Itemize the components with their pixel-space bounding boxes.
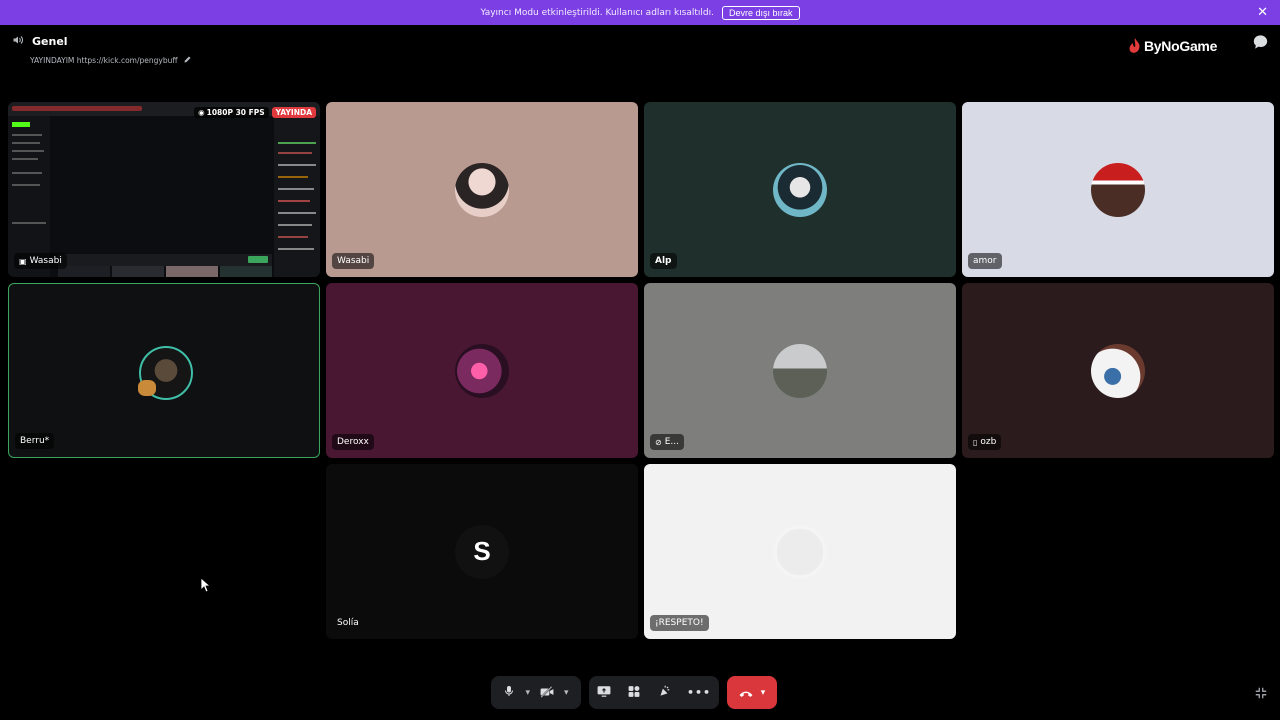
mouse-cursor-icon xyxy=(200,577,212,597)
participant-tile[interactable]: Deroxx xyxy=(326,283,638,458)
channel-header: Genel YAYINDAYIM https://kick.com/pengyb… xyxy=(12,34,192,66)
participant-tile[interactable]: Alp xyxy=(644,102,956,277)
stream-badges: ◉ 1080P 30 FPS YAYINDA xyxy=(194,107,316,118)
chat-icon[interactable] xyxy=(1252,34,1269,54)
participant-name-tag: Deroxx xyxy=(332,434,374,450)
participant-name: amor xyxy=(973,256,997,266)
avatar-initial: S xyxy=(473,536,491,566)
quality-text: 1080P 30 FPS xyxy=(206,108,265,117)
participant-name: Berru* xyxy=(20,436,50,446)
banner-message: Yayıncı Modu etkinleştirildi. Kullanıcı … xyxy=(480,7,715,18)
stream-icon: ▣ xyxy=(19,256,27,266)
brand-flame-icon xyxy=(1129,38,1140,53)
participant-name-tag: Alp xyxy=(650,253,677,269)
minimize-icon[interactable] xyxy=(1254,685,1268,704)
participant-name-tag: amor xyxy=(968,253,1002,269)
participant-name: ozb xyxy=(980,437,997,447)
avatar xyxy=(1091,162,1145,217)
chevron-down-icon[interactable]: ▾ xyxy=(525,688,530,698)
avatar xyxy=(773,162,827,217)
participant-name: Wasabi xyxy=(29,256,62,266)
participant-name: Solía xyxy=(337,618,359,628)
quality-badge: ◉ 1080P 30 FPS xyxy=(194,107,269,118)
avatar xyxy=(455,343,509,398)
avatar-decoration xyxy=(138,380,156,396)
avatar xyxy=(773,343,827,398)
participant-tile[interactable]: Wasabi xyxy=(326,102,638,277)
live-badge: YAYINDA xyxy=(271,107,316,118)
participant-name-tag: Berru* xyxy=(15,433,55,449)
avatar xyxy=(773,524,827,579)
participant-name: E... xyxy=(664,437,679,447)
participant-tile[interactable]: ▯ ozb xyxy=(962,283,1274,458)
microphone-button[interactable]: ▾ ▾ xyxy=(491,676,581,709)
disable-streamer-mode-button[interactable]: Devre dışı bırak xyxy=(722,5,800,20)
microphone-icon xyxy=(503,683,515,702)
screen-share-icon[interactable] xyxy=(597,683,611,702)
chevron-down-icon[interactable]: ▾ xyxy=(564,688,569,698)
stream-icon: ⊘ xyxy=(655,437,662,447)
participant-tile[interactable]: amor xyxy=(962,102,1274,277)
avatar: S xyxy=(455,524,509,579)
avatar xyxy=(455,162,509,217)
stream-icon: ◉ xyxy=(198,108,205,117)
mobile-icon: ▯ xyxy=(973,437,978,447)
stream-preview xyxy=(8,102,320,277)
participant-name: Deroxx xyxy=(337,437,369,447)
voice-controls: ▾ ▾ ••• ▾ xyxy=(491,676,777,709)
close-icon[interactable]: ✕ xyxy=(1257,5,1268,20)
avatar xyxy=(1091,343,1145,398)
camera-off-icon[interactable] xyxy=(540,683,554,702)
participant-tile-speaking[interactable]: Berru* xyxy=(8,283,320,458)
channel-status: YAYINDAYIM https://kick.com/pengybuff xyxy=(30,56,178,65)
participant-tile-stream[interactable]: ◉ 1080P 30 FPS YAYINDA ▣ Wasabi xyxy=(8,102,320,277)
participant-tile[interactable]: ¡RESPETO! xyxy=(644,464,956,639)
participant-name-tag: ▣ Wasabi xyxy=(14,253,67,269)
brand-name: ByNoGame xyxy=(1144,38,1218,54)
participant-name: Wasabi xyxy=(337,256,370,266)
participant-tile[interactable]: ⊘ E... xyxy=(644,283,956,458)
speaker-icon xyxy=(12,34,24,49)
more-icon[interactable]: ••• xyxy=(687,686,711,699)
participant-name: Alp xyxy=(655,256,672,266)
brand-logo: ByNoGame xyxy=(1128,38,1217,54)
participant-name-tag: Solía xyxy=(332,615,364,631)
participant-name-tag: ⊘ E... xyxy=(650,434,684,450)
actions-group: ••• xyxy=(589,676,719,709)
participant-name-tag: ¡RESPETO! xyxy=(650,615,709,631)
streamer-mode-banner: Yayıncı Modu etkinleştirildi. Kullanıcı … xyxy=(0,0,1280,25)
channel-name: Genel xyxy=(32,35,68,48)
soundboard-icon[interactable] xyxy=(657,683,671,702)
hang-up-button[interactable]: ▾ xyxy=(727,676,777,709)
pencil-icon[interactable] xyxy=(183,55,192,66)
hang-up-icon xyxy=(739,683,753,702)
participant-name-tag: ▯ ozb xyxy=(968,434,1002,450)
participant-tile[interactable]: S Solía xyxy=(326,464,638,639)
participant-name: ¡RESPETO! xyxy=(655,618,704,628)
participant-name-tag: Wasabi xyxy=(332,253,375,269)
chevron-down-icon[interactable]: ▾ xyxy=(761,688,766,698)
activities-icon[interactable] xyxy=(627,683,641,702)
